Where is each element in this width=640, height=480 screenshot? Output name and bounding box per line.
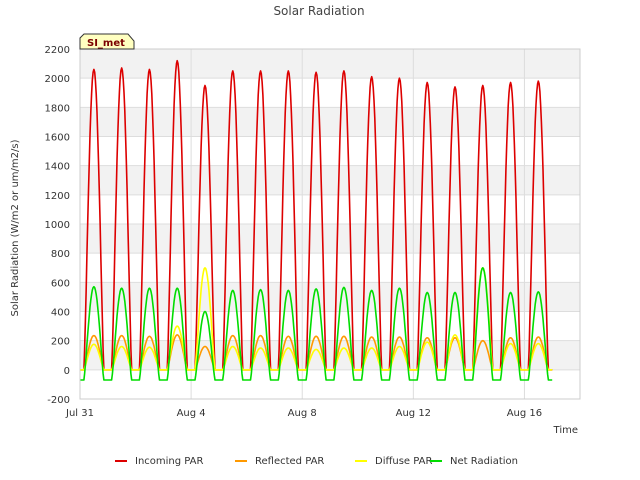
y-tick-label: 600	[51, 278, 70, 289]
y-tick-label: 800	[51, 249, 70, 260]
x-tick-label: Aug 16	[507, 408, 542, 419]
x-axis-title: Time	[553, 425, 578, 436]
legend: Incoming PAR Reflected PAR Diffuse PAR Net …	[115, 456, 518, 467]
y-tick-label: 0	[64, 366, 70, 377]
y-tick-label: 1600	[45, 133, 70, 144]
solar-radiation-chart: -200 0 200 400 600 800 1000 1200 1400 1600 1800 200…	[10, 4, 581, 467]
y-tick-labels: -200 0 200 400 600 800 1000 1200 1400 1600 1800 200…	[45, 45, 70, 406]
y-tick-label: 2000	[45, 74, 70, 85]
y-tick-label: 400	[51, 308, 70, 319]
x-tick-label: Jul 31	[65, 408, 94, 419]
grid-band	[80, 107, 580, 137]
x-tick-labels: Jul 31 Aug 4 Aug 8 Aug 12 Aug 16	[65, 408, 542, 419]
x-tick-label: Aug 8	[288, 408, 317, 419]
x-tick-label: Aug 12	[396, 408, 431, 419]
y-tick-label: 2200	[45, 45, 70, 56]
y-tick-label: 1400	[45, 162, 70, 173]
legend-entry: Reflected PAR	[255, 456, 324, 467]
site-badge-label: SI_met	[87, 38, 125, 49]
y-tick-label: 1200	[45, 191, 70, 202]
legend-entry: Net Radiation	[450, 456, 518, 467]
chart-title: Solar Radiation	[273, 4, 364, 18]
y-tick-label: -200	[47, 395, 70, 406]
site-badge: SI_met	[79, 33, 135, 50]
y-tick-label: 200	[51, 337, 70, 348]
y-tick-label: 1000	[45, 220, 70, 231]
grid-band	[80, 49, 580, 79]
legend-entry: Diffuse PAR	[375, 456, 432, 467]
x-tick-label: Aug 4	[177, 408, 206, 419]
y-axis-title: Solar Radiation (W/m2 or um/m2/s)	[10, 139, 21, 316]
y-tick-label: 1800	[45, 103, 70, 114]
legend-entry: Incoming PAR	[135, 456, 204, 467]
grid-band	[80, 282, 580, 312]
